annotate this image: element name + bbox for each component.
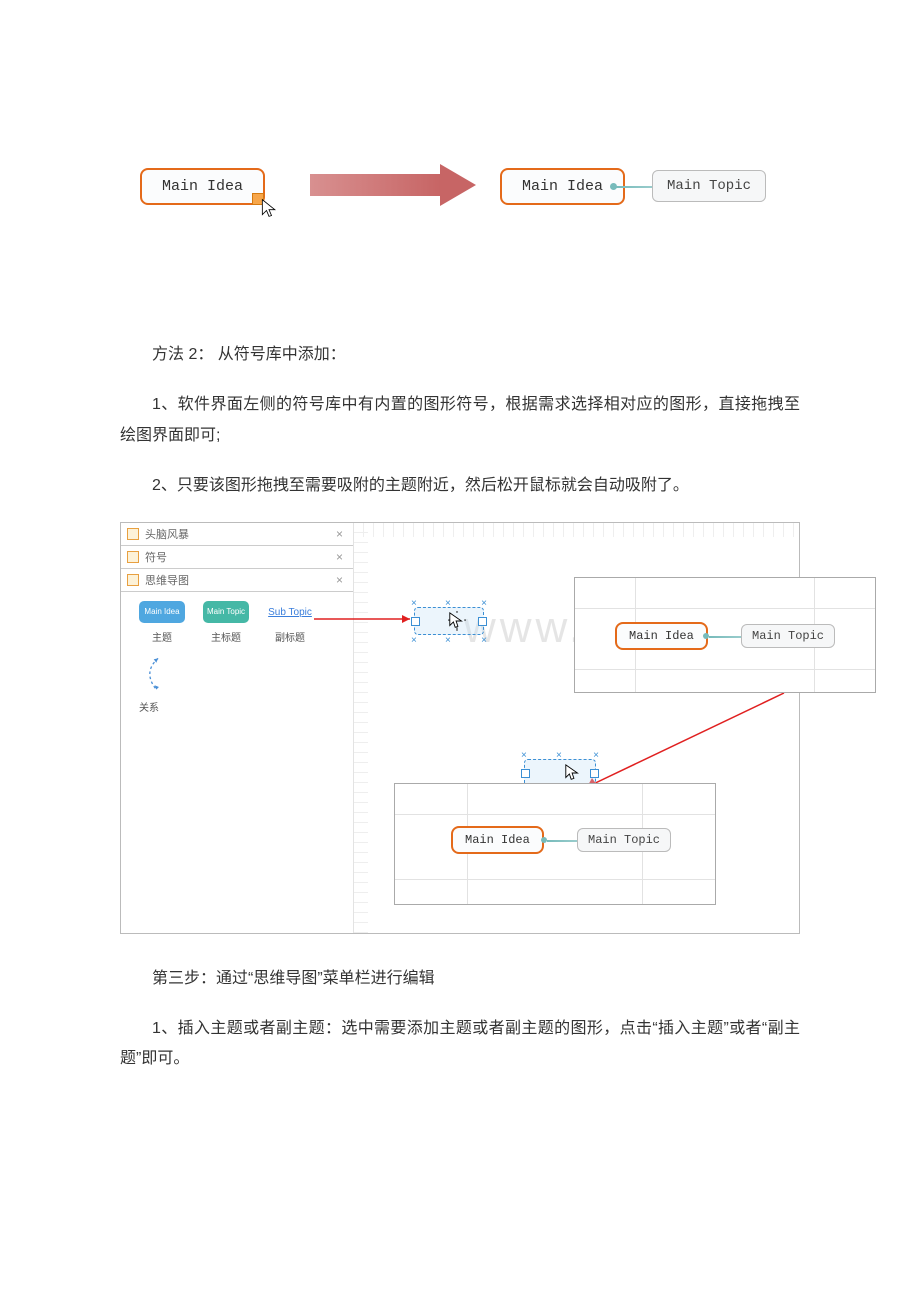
label-theme: 主题 [137,629,187,644]
shape-sub-topic[interactable]: Sub Topic [265,601,315,618]
panel-label: 思维导图 [145,572,189,588]
panel-icon [127,574,139,586]
inset-main-topic-lower: Main Topic [577,828,671,852]
connector-line [547,840,577,842]
red-arrow-2-icon [579,693,789,793]
node-label: Main Topic [588,833,660,847]
shape-box-label: Main Idea [144,607,179,616]
label-relation: 关系 [139,699,353,714]
node-label: Main Topic [752,629,824,643]
top-diagram: Main Idea Main Idea Main Topic [140,160,780,240]
method2-heading: 方法 2： 从符号库中添加： [120,340,800,370]
move-cursor-icon [448,611,466,631]
panel-row[interactable]: 符号 × [121,546,353,569]
red-arrow-1-icon [314,607,424,631]
panel-list: 头脑风暴 × 符号 × 思维导图 × [121,523,353,592]
node-label: Main Idea [162,178,243,195]
screenshot-figure: 头脑风暴 × 符号 × 思维导图 × Main Idea [120,522,800,934]
relation-arc-icon[interactable] [139,654,165,694]
paragraph-3: 1、插入主题或者副主题：选中需要添加主题或者副主题的图形，点击“插入主题”或者“… [120,1014,800,1075]
main-topic-node: Main Topic [652,170,766,202]
step3-heading: 第三步：通过“思维导图”菜单栏进行编辑 [120,964,800,994]
paragraph-2: 2、只要该图形拖拽至需要吸附的主题附近，然后松开鼠标就会自动吸附了。 [120,471,800,501]
canvas-area[interactable]: www.bdocx.com × × × × × × [353,523,799,933]
paragraph-1: 1、软件界面左侧的符号库中有内置的图形符号，根据需求选择相对应的图形，直接拖拽至… [120,390,800,451]
cursor-icon [260,198,278,218]
connector-line [616,186,652,188]
panel-icon [127,551,139,563]
shape-main-topic[interactable]: Main Topic [201,601,251,627]
node-label: Main Topic [667,178,751,194]
main-idea-node-left: Main Idea [140,168,265,205]
main-idea-node-right: Main Idea [500,168,625,205]
move-cursor-icon [564,763,582,783]
label-sub-title: 副标题 [265,629,315,644]
panel-icon [127,528,139,540]
transition-arrow-icon [310,164,480,206]
inset-upper: Main Idea Main Topic [574,577,876,693]
node-label: Main Idea [465,833,530,847]
inset-main-idea-lower: Main Idea [451,826,544,854]
node-label: Main Idea [522,178,603,195]
sub-topic-label: Sub Topic [268,607,312,618]
label-main-title: 主标题 [201,629,251,644]
shape-box-label: Main Topic [207,607,245,616]
inset-main-idea: Main Idea [615,622,708,650]
connector-line [709,636,741,638]
panel-label: 头脑风暴 [145,526,189,542]
close-icon[interactable]: × [336,527,343,541]
close-icon[interactable]: × [336,550,343,564]
shape-main-idea[interactable]: Main Idea [137,601,187,627]
close-icon[interactable]: × [336,573,343,587]
inset-main-topic: Main Topic [741,624,835,648]
node-label: Main Idea [629,629,694,643]
panel-label: 符号 [145,549,167,565]
panel-row[interactable]: 头脑风暴 × [121,523,353,546]
panel-row[interactable]: 思维导图 × [121,569,353,592]
inset-lower: Main Idea Main Topic [394,783,716,905]
